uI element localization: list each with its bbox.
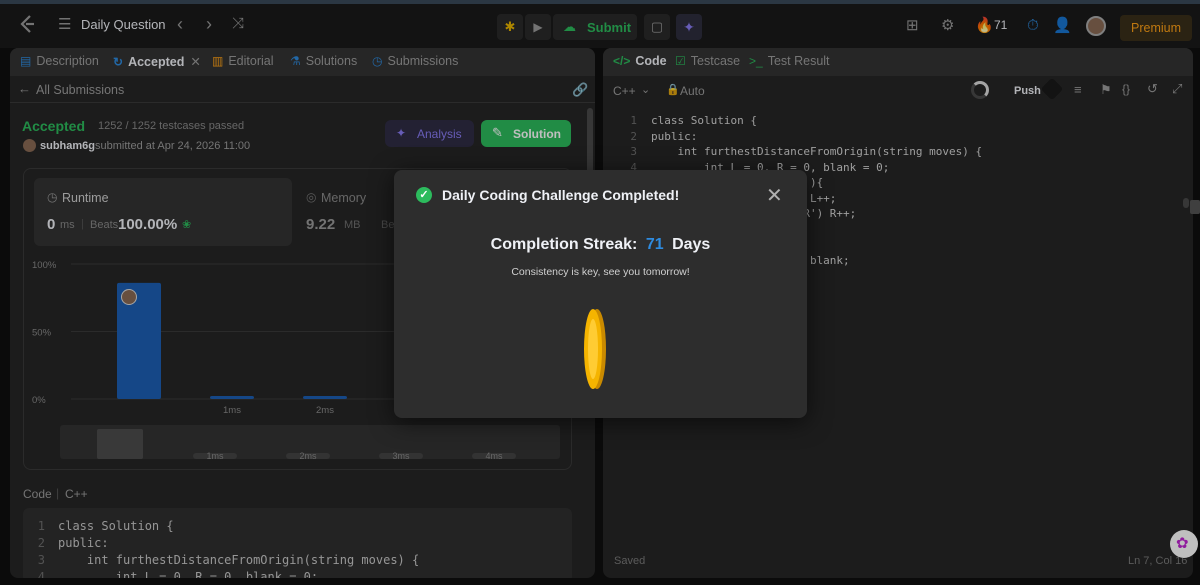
streak-days: Days bbox=[672, 236, 711, 253]
modal-message: Consistency is key, see you tomorrow! bbox=[511, 266, 690, 278]
check-circle-icon: ✓ bbox=[416, 187, 432, 203]
challenge-completed-modal: ✓ Daily Coding Challenge Completed! ✕ Co… bbox=[394, 170, 807, 418]
streak-label: Completion Streak: bbox=[490, 236, 638, 253]
close-icon[interactable]: ✕ bbox=[766, 183, 783, 208]
streak-number: 71 bbox=[645, 236, 664, 253]
modal-title: Daily Coding Challenge Completed! bbox=[442, 187, 680, 203]
gold-coin-icon bbox=[584, 309, 606, 389]
streak-row: Completion Streak: 71 Days bbox=[394, 236, 807, 254]
